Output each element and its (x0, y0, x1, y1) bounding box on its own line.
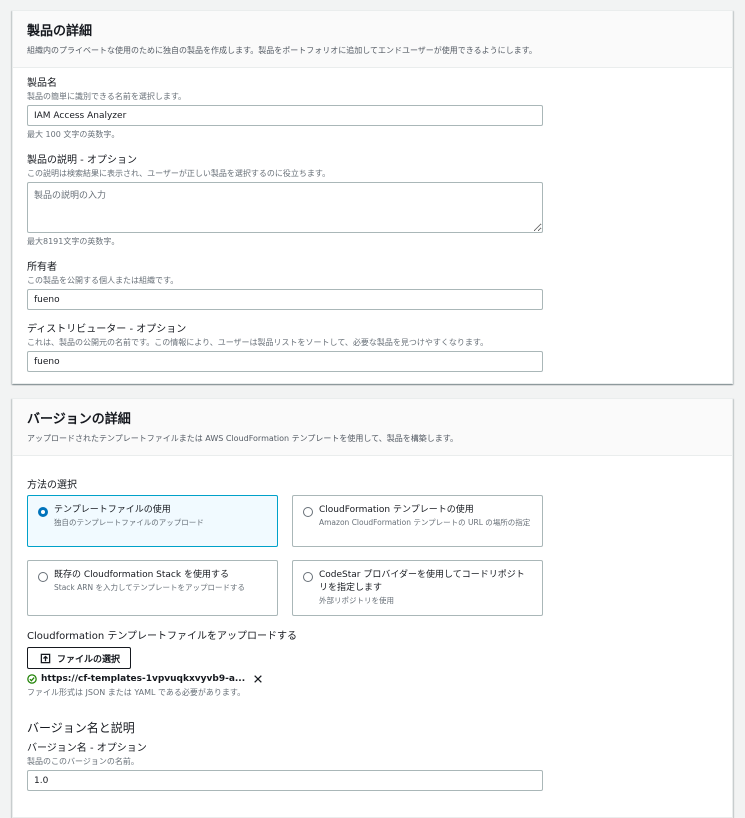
method-tile-description: Amazon CloudFormation テンプレートの URL の場所の指定 (319, 518, 531, 527)
version-name-description: 製品のこのバージョンの名前。 (27, 757, 139, 766)
selected-file-name: https://cf-templates-1vpvuqkxvyvb9-a... (41, 674, 246, 684)
product-description-field: 製品の説明 - オプション この説明は検索結果に表示され、ユーザーが正しい製品を… (27, 154, 543, 247)
product-name-constraint: 最大 100 文字の英数字。 (27, 130, 120, 139)
product-description-label: 製品の説明 - オプション (27, 155, 137, 166)
method-tile-description: Stack ARN を入力してテンプレートをアップロードする (54, 583, 246, 592)
owner-label: 所有者 (27, 262, 57, 273)
version-details-header: バージョンの詳細 アップロードされたテンプレートファイルまたは AWS Clou… (13, 399, 732, 456)
distributor-field: ディストリビューター - オプション これは、製品の公開元の名前です。この情報に… (27, 323, 543, 372)
method-tile-codestar[interactable]: CodeStar プロバイダーを使用してコードリポジトリを指定します 外部リポジ… (292, 560, 543, 616)
method-tile-title: テンプレートファイルの使用 (54, 505, 171, 515)
version-name-input[interactable] (27, 770, 543, 791)
distributor-label: ディストリビューター - オプション (27, 324, 187, 335)
product-details-panel: 製品の詳細 組織内のプライベートな使用のために独自の製品を作成します。製品をポー… (12, 10, 733, 384)
choose-file-button[interactable]: ファイルの選択 (27, 647, 132, 669)
upload-icon (40, 653, 51, 663)
method-tile-title: CodeStar プロバイダーを使用してコードリポジトリを指定します (319, 570, 525, 593)
method-radio-existing-stack[interactable] (38, 572, 48, 582)
product-description-input[interactable] (27, 182, 543, 233)
product-name-label: 製品名 (27, 78, 57, 89)
product-description-constraint: 最大8191文字の英数字。 (27, 237, 120, 246)
close-icon[interactable] (253, 674, 263, 684)
method-radio-template-file[interactable] (38, 507, 48, 517)
version-name-field: バージョン名 - オプション 製品のこのバージョンの名前。 (27, 742, 543, 791)
method-tile-description: 外部リポジトリを使用 (319, 596, 394, 605)
upload-label: Cloudformation テンプレートファイルをアップロードする (27, 631, 298, 642)
version-section: バージョン名と説明 (27, 720, 135, 736)
distributor-input[interactable] (27, 351, 543, 372)
success-check-icon (27, 674, 37, 684)
method-selection-label: 方法の選択 (27, 480, 77, 491)
method-tile-title: CloudFormation テンプレートの使用 (319, 505, 474, 515)
distributor-description: これは、製品の公開元の名前です。この情報により、ユーザーは製品リストをソートして… (27, 338, 489, 347)
upload-field: Cloudformation テンプレートファイルをアップロードする ファイルの… (27, 630, 297, 698)
method-tile-description: 独自のテンプレートファイルのアップロード (54, 518, 204, 527)
version-details-description: アップロードされたテンプレートファイルまたは AWS CloudFormatio… (27, 434, 458, 443)
product-name-field: 製品名 製品の簡単に識別できる名前を選択します。 最大 100 文字の英数字。 (27, 77, 543, 140)
method-tile-title: 既存の Cloudformation Stack を使用する (54, 570, 229, 580)
selected-file-row: https://cf-templates-1vpvuqkxvyvb9-a... (27, 674, 297, 684)
version-section-title: バージョン名と説明 (27, 721, 135, 735)
method-tile-cloudformation-template[interactable]: CloudFormation テンプレートの使用 Amazon CloudFor… (292, 495, 543, 547)
method-radio-codestar[interactable] (303, 572, 313, 582)
owner-description: この製品を公開する個人または組織です。 (27, 276, 179, 285)
choose-file-label: ファイルの選択 (57, 654, 121, 665)
owner-field: 所有者 この製品を公開する個人または組織です。 (27, 261, 543, 310)
owner-input[interactable] (27, 289, 543, 310)
product-name-description: 製品の簡単に識別できる名前を選択します。 (27, 92, 187, 101)
upload-constraint: ファイル形式は JSON または YAML である必要があります。 (27, 688, 246, 697)
product-details-description: 組織内のプライベートな使用のために独自の製品を作成します。製品をポートフォリオに… (27, 46, 537, 55)
product-name-input[interactable] (27, 105, 543, 126)
method-radio-cloudformation-template[interactable] (303, 507, 313, 517)
product-details-title: 製品の詳細 (27, 24, 93, 39)
method-tile-existing-stack[interactable]: 既存の Cloudformation Stack を使用する Stack ARN… (27, 560, 278, 616)
product-details-header: 製品の詳細 組織内のプライベートな使用のために独自の製品を作成します。製品をポー… (13, 11, 732, 68)
version-details-panel: バージョンの詳細 アップロードされたテンプレートファイルまたは AWS Clou… (12, 398, 733, 818)
method-tile-template-file[interactable]: テンプレートファイルの使用 独自のテンプレートファイルのアップロード (27, 495, 278, 547)
version-details-title: バージョンの詳細 (27, 412, 131, 427)
version-name-label: バージョン名 - オプション (27, 743, 147, 754)
product-description-help: この説明は検索結果に表示され、ユーザーが正しい製品を選択するのに役立ちます。 (27, 169, 331, 178)
